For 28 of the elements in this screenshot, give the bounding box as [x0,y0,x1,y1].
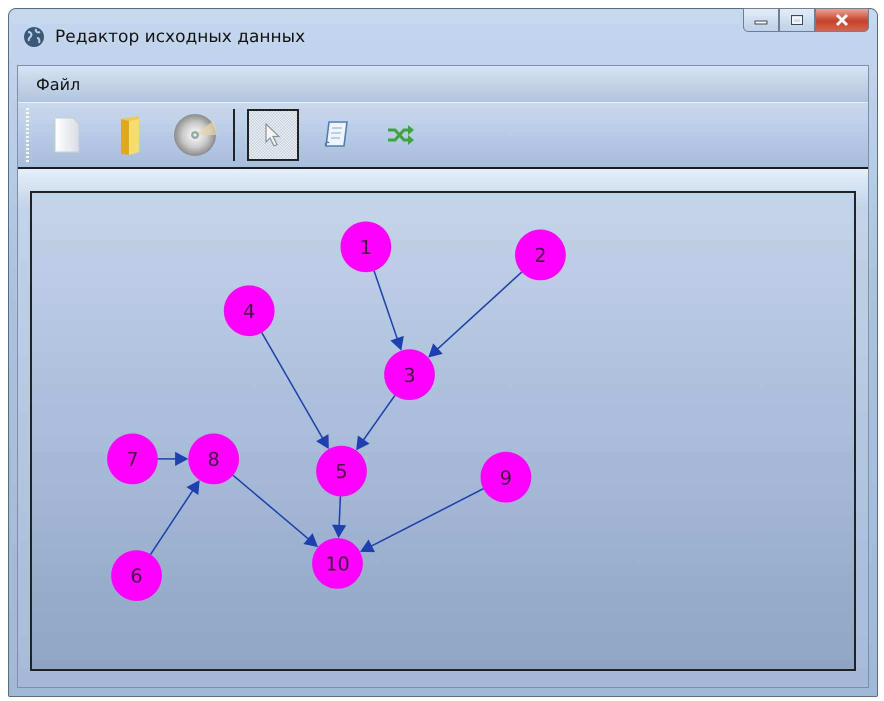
graph-node[interactable]: 2 [515,230,566,280]
arrow [356,394,396,450]
arrow [158,452,188,466]
graph-node[interactable]: 6 [111,550,162,601]
graph-node[interactable]: 5 [316,446,367,496]
maximize-icon [790,14,804,26]
menu-item[interactable]: Файл [28,70,88,98]
minimize-button[interactable] [743,8,779,32]
window-title: Редактор исходных данных [55,27,306,47]
pointer-icon [264,123,282,147]
graph-node[interactable]: 7 [107,434,158,484]
graph-node[interactable]: 1 [340,221,392,272]
graph-node[interactable]: 9 [480,452,532,503]
close-icon [834,13,850,27]
graph-node[interactable]: 4 [224,285,275,336]
disc-icon [173,113,217,157]
close-button[interactable] [815,8,869,32]
graph-node[interactable]: 8 [188,434,240,484]
scroll-icon [323,120,351,150]
globe-icon [23,26,45,48]
graph-node[interactable]: 10 [312,538,363,589]
maximize-button[interactable] [779,8,815,32]
graph-canvas[interactable]: 1 2 3 4 5 6 7 8 9 10 [30,191,856,671]
arrow [332,496,346,538]
graph-node[interactable]: 3 [384,349,435,400]
shuffle-icon [386,123,416,147]
blank-page-icon [53,117,81,153]
toolbar-button[interactable] [247,109,299,161]
